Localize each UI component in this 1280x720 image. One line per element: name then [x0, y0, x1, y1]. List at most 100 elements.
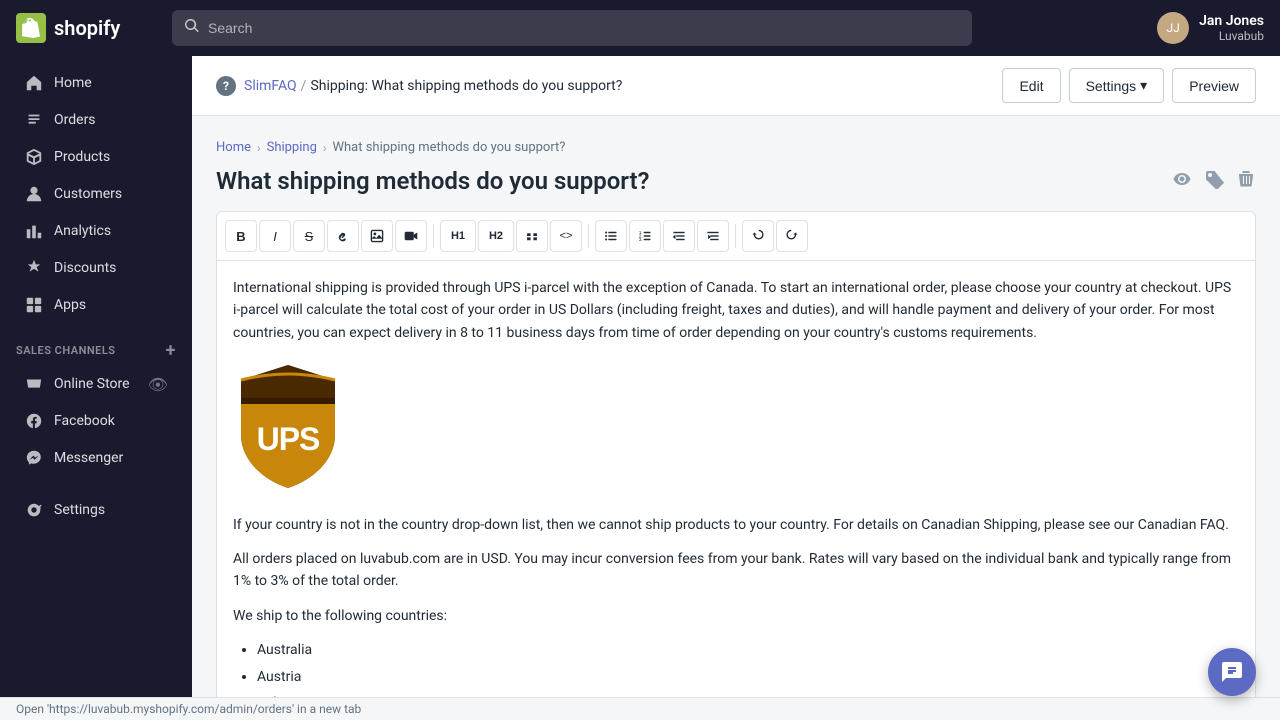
editor-paragraph-4: We ship to the following countries: — [233, 605, 1239, 627]
undo-button[interactable] — [742, 220, 774, 252]
search-bar[interactable] — [172, 10, 972, 46]
sidebar-item-messenger[interactable]: Messenger — [8, 440, 184, 476]
toolbar-separator-1 — [433, 224, 434, 248]
sidebar-messenger-label: Messenger — [54, 450, 123, 466]
svg-text:3.: 3. — [639, 237, 643, 243]
video-button[interactable] — [395, 220, 427, 252]
page-header: ? SlimFAQ / Shipping: What shipping meth… — [192, 56, 1280, 116]
image-button[interactable] — [361, 220, 393, 252]
breadcrumb-current: What shipping methods do you support? — [332, 140, 565, 155]
sidebar-item-home[interactable]: Home — [8, 65, 184, 101]
editor-toolbar: B I S H1 H2 — [217, 212, 1255, 261]
user-info: Jan Jones Luvabub — [1199, 13, 1264, 43]
sidebar-item-discounts[interactable]: Discounts — [8, 250, 184, 286]
settings-button[interactable]: Settings ▾ — [1069, 68, 1165, 103]
sidebar-item-products[interactable]: Products — [8, 139, 184, 175]
list-item: Austria — [257, 666, 1239, 688]
ordered-list-button[interactable]: 1.2.3. — [629, 220, 661, 252]
sidebar-item-online-store[interactable]: Online Store 👁 — [8, 366, 184, 402]
delete-icon[interactable] — [1236, 169, 1256, 194]
toolbar-separator-2 — [588, 224, 589, 248]
customers-icon — [24, 184, 44, 204]
status-text: Open 'https://luvabub.myshopify.com/admi… — [16, 702, 361, 716]
apps-icon — [24, 295, 44, 315]
sidebar-item-settings[interactable]: Settings — [8, 492, 184, 528]
home-icon — [24, 73, 44, 93]
settings-chevron-icon: ▾ — [1140, 77, 1147, 94]
unordered-list-button[interactable] — [595, 220, 627, 252]
editor-paragraph-3: All orders placed on luvabub.com are in … — [233, 548, 1239, 593]
article-title-area: What shipping methods do you support? — [216, 167, 1256, 195]
top-navigation: shopify JJ Jan Jones Luvabub — [0, 0, 1280, 56]
editor-paragraph-2: If your country is not in the country dr… — [233, 514, 1239, 536]
sidebar-item-analytics[interactable]: Analytics — [8, 213, 184, 249]
editor-body[interactable]: International shipping is provided throu… — [217, 261, 1255, 720]
ups-logo-svg: UPS — [233, 360, 343, 490]
preview-button[interactable]: Preview — [1172, 68, 1256, 103]
sidebar-item-facebook[interactable]: Facebook — [8, 403, 184, 439]
sidebar-products-label: Products — [54, 149, 110, 165]
italic-button[interactable]: I — [259, 220, 291, 252]
shopify-icon — [16, 13, 46, 43]
status-bar: Open 'https://luvabub.myshopify.com/admi… — [0, 697, 1280, 720]
blockquote-button[interactable] — [516, 220, 548, 252]
breadcrumb-chevron-1: › — [257, 141, 261, 155]
add-sales-channel-button[interactable]: + — [166, 340, 176, 361]
online-store-visibility-icon[interactable]: 👁 — [148, 375, 168, 394]
sidebar-apps-label: Apps — [54, 297, 86, 313]
sales-channels-label: SALES CHANNELS — [16, 344, 116, 357]
user-store: Luvabub — [1199, 29, 1264, 43]
breadcrumb-shipping[interactable]: Shipping — [267, 140, 317, 155]
page-header-title: Shipping: What shipping methods do you s… — [310, 78, 622, 94]
bold-button[interactable]: B — [225, 220, 257, 252]
sidebar-item-customers[interactable]: Customers — [8, 176, 184, 212]
h1-button[interactable]: H1 — [440, 220, 476, 252]
breadcrumb-separator: / — [301, 78, 307, 94]
indent-more-button[interactable] — [697, 220, 729, 252]
sales-channels-header: SALES CHANNELS + — [0, 324, 192, 365]
shopify-logo-text: shopify — [54, 16, 120, 40]
main-content: ? SlimFAQ / Shipping: What shipping meth… — [192, 56, 1280, 720]
strikethrough-button[interactable]: S — [293, 220, 325, 252]
sidebar-online-store-label: Online Store — [54, 376, 130, 392]
sidebar-item-apps[interactable]: Apps — [8, 287, 184, 323]
facebook-icon — [24, 411, 44, 431]
chat-fab-button[interactable] — [1208, 648, 1256, 696]
article-title: What shipping methods do you support? — [216, 167, 649, 195]
messenger-icon — [24, 448, 44, 468]
user-name: Jan Jones — [1199, 13, 1264, 29]
avatar: JJ — [1157, 12, 1189, 44]
editor-paragraph-1: International shipping is provided throu… — [233, 277, 1239, 344]
link-button[interactable] — [327, 220, 359, 252]
sidebar-settings-label: Settings — [54, 502, 105, 518]
editor-container: B I S H1 H2 — [216, 211, 1256, 720]
edit-button[interactable]: Edit — [1002, 68, 1060, 103]
search-icon — [184, 18, 200, 38]
redo-button[interactable] — [776, 220, 808, 252]
breadcrumb-chevron-2: › — [323, 141, 327, 155]
slimfaq-link[interactable]: SlimFAQ — [244, 78, 297, 94]
page-header-left: ? SlimFAQ / Shipping: What shipping meth… — [216, 76, 622, 96]
sidebar-analytics-label: Analytics — [54, 223, 111, 239]
ups-logo: UPS — [233, 360, 1239, 497]
breadcrumb-nav: Home › Shipping › What shipping methods … — [216, 140, 1256, 155]
content-area: Home › Shipping › What shipping methods … — [192, 116, 1280, 720]
page-header-actions: Edit Settings ▾ Preview — [1002, 68, 1256, 103]
sidebar-orders-label: Orders — [54, 112, 96, 128]
svg-text:UPS: UPS — [257, 421, 320, 457]
help-icon[interactable]: ? — [216, 76, 236, 96]
sidebar: Home Orders Products Customers Analytics — [0, 56, 192, 720]
h2-button[interactable]: H2 — [478, 220, 514, 252]
shopify-logo[interactable]: shopify — [16, 13, 156, 43]
user-area: JJ Jan Jones Luvabub — [1157, 12, 1264, 44]
indent-less-button[interactable] — [663, 220, 695, 252]
search-input[interactable] — [208, 20, 960, 36]
tag-icon[interactable] — [1204, 169, 1224, 194]
visibility-icon[interactable] — [1172, 169, 1192, 194]
code-button[interactable]: <> — [550, 220, 582, 252]
sidebar-facebook-label: Facebook — [54, 413, 115, 429]
orders-icon — [24, 110, 44, 130]
sidebar-home-label: Home — [54, 75, 92, 91]
breadcrumb-home[interactable]: Home — [216, 140, 251, 155]
sidebar-item-orders[interactable]: Orders — [8, 102, 184, 138]
